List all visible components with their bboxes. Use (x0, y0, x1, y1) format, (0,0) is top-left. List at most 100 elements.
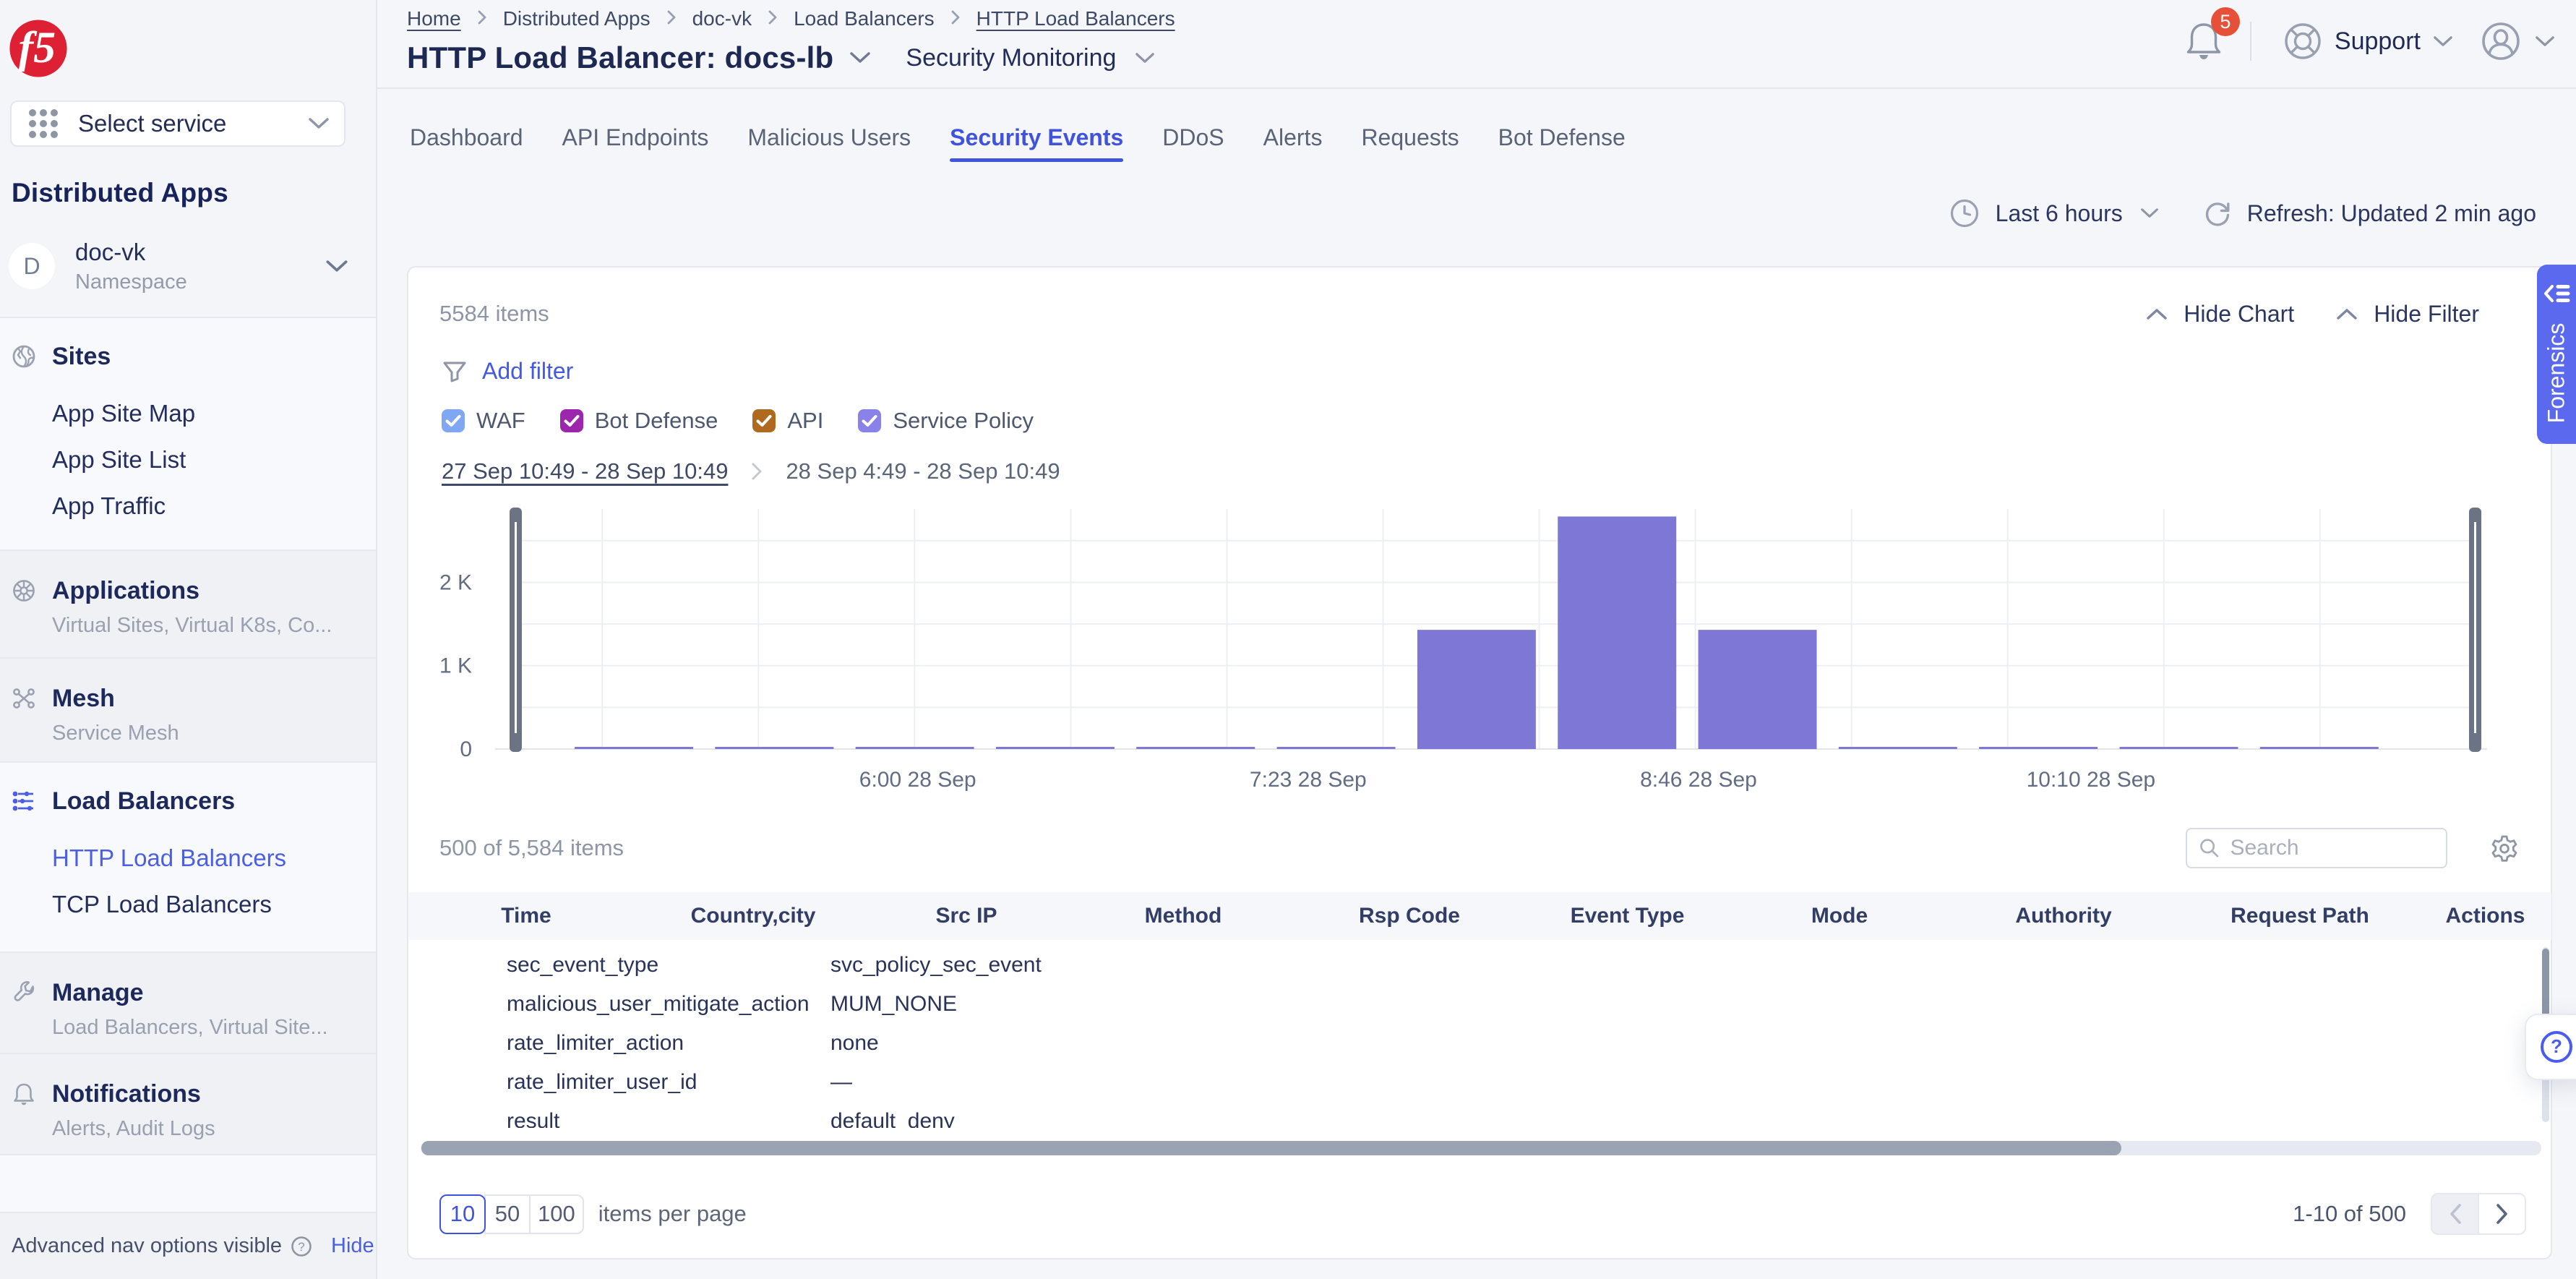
tab-bot-defense[interactable]: Bot Defense (1498, 124, 1626, 158)
table-row[interactable]: rate_limiter_actionnone (409, 1024, 2551, 1063)
brush-handle-left[interactable] (510, 508, 522, 752)
sidebar-item-tcp-load-balancers[interactable]: TCP Load Balancers (0, 892, 376, 917)
filter-checkbox-service-policy[interactable]: Service Policy (858, 408, 1034, 434)
section-header[interactable]: ManageLoad Balancers, Virtual Site... (0, 953, 376, 1040)
subnav-selector[interactable]: Security Monitoring (906, 44, 1116, 72)
column-header-actions[interactable]: Actions (2419, 904, 2551, 928)
table-row[interactable]: sec_event_typesvc_policy_sec_event (409, 946, 2551, 985)
column-header-method[interactable]: Method (1070, 904, 1297, 928)
breadcrumb-item[interactable]: doc-vk (692, 7, 752, 30)
sidebar-footer: Advanced nav options visible ? Hide (0, 1213, 376, 1279)
search-input[interactable] (2230, 836, 2434, 860)
support-menu[interactable]: Support (2283, 22, 2453, 61)
column-header-authority[interactable]: Authority (1946, 904, 2181, 928)
date-range-full[interactable]: 27 Sep 10:49 - 28 Sep 10:49 (442, 458, 728, 484)
events-bar-chart[interactable]: 01 K2 K6:00 28 Sep7:23 28 Sep8:46 28 Sep… (408, 500, 2551, 811)
filter-checkbox-bot-defense[interactable]: Bot Defense (560, 408, 718, 434)
breadcrumb-item[interactable]: Distributed Apps (503, 7, 651, 30)
breadcrumb-item[interactable]: Load Balancers (794, 7, 935, 30)
column-header-rsp-code[interactable]: Rsp Code (1297, 904, 1522, 928)
sidebar-item-http-load-balancers[interactable]: HTTP Load Balancers (0, 846, 376, 871)
column-header-time[interactable]: Time (409, 904, 643, 928)
breadcrumb-item[interactable]: HTTP Load Balancers (976, 7, 1175, 30)
checkbox-checked-icon (752, 409, 776, 432)
help-fab[interactable]: ? (2525, 1014, 2576, 1080)
sidebar-section-mesh[interactable]: MeshService Mesh (0, 659, 376, 761)
table-search[interactable] (2186, 828, 2447, 868)
question-circle-icon[interactable]: ? (291, 1236, 312, 1257)
refresh-button[interactable]: Refresh: Updated 2 min ago (2202, 198, 2536, 228)
tab-dashboard[interactable]: Dashboard (410, 124, 523, 158)
f5-logo-icon[interactable]: f5 (7, 17, 69, 80)
sidebar-section-sites[interactable]: Sites App Site Map App Site List App Traffi… (0, 318, 376, 549)
table-horizontal-scrollbar[interactable] (421, 1141, 2541, 1155)
column-header-event-type[interactable]: Event Type (1522, 904, 1733, 928)
prev-page-button[interactable] (2431, 1193, 2478, 1235)
chevron-up-icon (2146, 307, 2168, 320)
hide-chart-button[interactable]: Hide Chart (2146, 301, 2294, 328)
notifications-bell-button[interactable]: 5 (2185, 20, 2223, 62)
divider (0, 951, 376, 953)
user-menu[interactable] (2481, 21, 2555, 61)
page-size-50[interactable]: 50 (484, 1194, 531, 1234)
section-header[interactable]: MeshService Mesh (0, 659, 376, 745)
help-circle-icon: ? (2539, 1030, 2574, 1064)
chevron-down-icon[interactable] (849, 51, 871, 64)
brush-handle-right[interactable] (2469, 508, 2481, 752)
items-per-page-label: items per page (598, 1201, 747, 1227)
forensics-panel-tab[interactable]: Forensics (2537, 265, 2576, 444)
tab-ddos[interactable]: DDoS (1162, 124, 1224, 158)
page-size-100[interactable]: 100 (529, 1194, 584, 1234)
table-row[interactable]: resultdefault_deny (409, 1102, 2551, 1128)
section-header[interactable]: Load Balancers (0, 763, 376, 816)
hide-filter-button[interactable]: Hide Filter (2336, 301, 2479, 328)
clock-icon (1949, 198, 1980, 228)
section-title: Mesh (52, 685, 179, 713)
wrench-icon (12, 980, 36, 1005)
sidebar-section-notifications[interactable]: NotificationsAlerts, Audit Logs (0, 1054, 376, 1154)
chevron-left-icon (2449, 1203, 2462, 1225)
column-header-mode[interactable]: Mode (1733, 904, 1946, 928)
filter-checkbox-api[interactable]: API (752, 408, 823, 434)
table-summary: 500 of 5,584 items (439, 835, 624, 861)
add-filter-button[interactable]: Add filter (442, 358, 573, 385)
tab-requests[interactable]: Requests (1361, 124, 1459, 158)
next-page-button[interactable] (2478, 1193, 2526, 1235)
namespace-selector[interactable]: D doc-vk Namespace (0, 231, 376, 301)
filter-checkbox-waf[interactable]: WAF (442, 408, 525, 434)
column-header-request-path[interactable]: Request Path (2181, 904, 2419, 928)
chevron-down-icon (2535, 35, 2555, 48)
sidebar-section-load-balancers[interactable]: Load Balancers HTTP Load Balancers TCP Loa… (0, 763, 376, 951)
table-row[interactable]: rate_limiter_user_id— (409, 1063, 2551, 1102)
chevron-right-icon (2496, 1203, 2509, 1225)
section-header[interactable]: Sites (0, 318, 376, 371)
detail-value: svc_policy_sec_event (830, 953, 1042, 978)
sidebar-item-app-traffic[interactable]: App Traffic (0, 494, 376, 518)
tab-malicious-users[interactable]: Malicious Users (747, 124, 911, 158)
globe-icon (12, 344, 36, 369)
page-size-10[interactable]: 10 (439, 1194, 486, 1234)
page-range: 1-10 of 500 (2293, 1201, 2406, 1227)
svg-text:0: 0 (460, 737, 472, 761)
hide-nav-link[interactable]: Hide (331, 1234, 374, 1258)
select-service-dropdown[interactable]: Select service (10, 100, 345, 147)
sidebar-item-app-site-map[interactable]: App Site Map (0, 401, 376, 426)
sidebar-item-app-site-list[interactable]: App Site List (0, 448, 376, 472)
gear-icon[interactable] (2490, 834, 2519, 863)
divider (0, 549, 376, 551)
time-range-dropdown[interactable]: Last 6 hours (1949, 198, 2159, 228)
breadcrumb-item[interactable]: Home (407, 7, 461, 30)
hide-chart-label: Hide Chart (2184, 301, 2294, 328)
column-header-src-ip[interactable]: Src IP (863, 904, 1070, 928)
table-row[interactable]: malicious_user_mitigate_actionMUM_NONE (409, 985, 2551, 1024)
section-header[interactable]: NotificationsAlerts, Audit Logs (0, 1054, 376, 1141)
main-content: Home Distributed Apps doc-vk Load Balancers… (377, 0, 2576, 1279)
sidebar-section-applications[interactable]: ApplicationsVirtual Sites, Virtual K8s, … (0, 551, 376, 657)
divider (2250, 22, 2251, 61)
tab-api-endpoints[interactable]: API Endpoints (562, 124, 709, 158)
column-header-country-city[interactable]: Country,city (643, 904, 863, 928)
tab-alerts[interactable]: Alerts (1263, 124, 1323, 158)
sidebar-section-manage[interactable]: ManageLoad Balancers, Virtual Site... (0, 953, 376, 1053)
section-header[interactable]: ApplicationsVirtual Sites, Virtual K8s, … (0, 551, 376, 638)
tab-security-events[interactable]: Security Events (950, 124, 1123, 158)
